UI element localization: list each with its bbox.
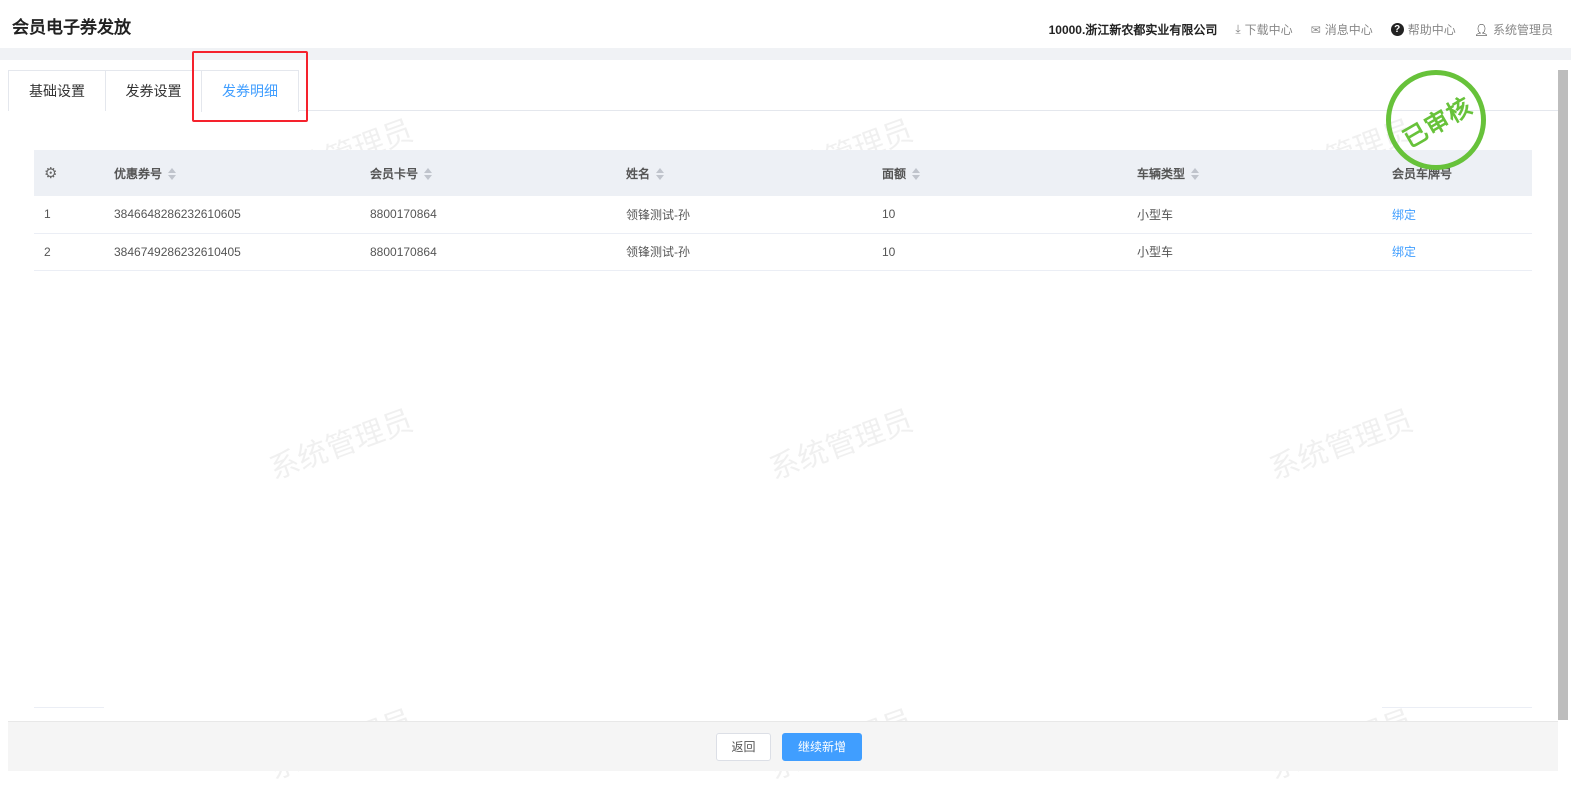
header-card-no[interactable]: 会员卡号 — [360, 150, 616, 196]
tab-coupon-settings[interactable]: 发券设置 — [105, 70, 202, 111]
card-no: 8800170864 — [360, 233, 616, 271]
help-icon: ? — [1390, 23, 1404, 36]
table-row: 1 3846648286232610605 8800170864 领锋测试-孙 … — [34, 196, 1532, 234]
coupon-no: 3846648286232610605 — [104, 196, 360, 234]
help-label: 帮助中心 — [1407, 23, 1456, 37]
table-header-row: ⚙ 优惠券号 会员卡号 姓名 面额 车辆类型 会员车牌号 — [34, 150, 1532, 196]
message-label: 消息中心 — [1324, 23, 1373, 37]
header-label: 姓名 — [626, 166, 651, 181]
back-button[interactable]: 返回 — [716, 733, 771, 761]
gear-icon: ⚙ — [44, 165, 58, 182]
download-icon: ⤓ — [1235, 22, 1241, 36]
top-bar: 会员电子券发放 10000.浙江新农都实业有限公司 ⤓ 下载中心 ✉ 消息中心 ? 帮… — [0, 0, 1571, 48]
company-name: 10000.浙江新农都实业有限公司 — [1048, 23, 1218, 37]
sort-icon[interactable] — [912, 168, 921, 181]
member-name: 领锋测试-孙 — [616, 196, 872, 234]
message-center-link[interactable]: ✉ 消息中心 — [1311, 21, 1373, 38]
header-name[interactable]: 姓名 — [616, 150, 872, 196]
vehicle-type: 小型车 — [1127, 233, 1382, 271]
divider — [34, 707, 104, 708]
continue-add-button[interactable]: 继续新增 — [782, 733, 862, 761]
row-index: 2 — [34, 233, 104, 271]
user-label: 系统管理员 — [1492, 23, 1553, 37]
help-center-link[interactable]: ? 帮助中心 — [1390, 21, 1456, 38]
page-title: 会员电子券发放 — [12, 18, 131, 37]
download-center-link[interactable]: ⤓ 下载中心 — [1235, 21, 1292, 38]
header-actions: 10000.浙江新农都实业有限公司 ⤓ 下载中心 ✉ 消息中心 ? 帮助中心 👤︎ 系统… — [1049, 21, 1553, 38]
coupon-detail-table: ⚙ 优惠券号 会员卡号 姓名 面额 车辆类型 会员车牌号 1 384664828… — [34, 150, 1532, 271]
footer-bar: 返回 继续新增 — [8, 721, 1558, 771]
scrollbar[interactable] — [1558, 70, 1568, 720]
card-no: 8800170864 — [360, 196, 616, 234]
user-menu[interactable]: 👤︎ 系统管理员 — [1474, 21, 1553, 38]
watermark: 系统管理员 — [265, 404, 418, 487]
watermark: 系统管理员 — [1265, 404, 1418, 487]
header-vehicle-type[interactable]: 车辆类型 — [1127, 150, 1382, 196]
column-settings-button[interactable]: ⚙ — [34, 150, 104, 196]
highlight-box — [192, 51, 308, 122]
approved-stamp: 已审核 — [1386, 70, 1486, 170]
vehicle-type: 小型车 — [1127, 196, 1382, 234]
header-label: 车辆类型 — [1137, 166, 1186, 181]
header-label: 会员卡号 — [370, 166, 419, 181]
watermark: 系统管理员 — [765, 404, 918, 487]
bind-plate-link[interactable]: 绑定 — [1392, 208, 1416, 222]
amount: 10 — [872, 196, 1127, 234]
header-amount[interactable]: 面额 — [872, 150, 1127, 196]
bind-plate-link[interactable]: 绑定 — [1392, 245, 1416, 259]
divider — [1382, 707, 1532, 708]
sort-icon[interactable] — [656, 168, 665, 181]
sort-icon[interactable] — [424, 168, 433, 181]
sort-icon[interactable] — [1191, 168, 1200, 181]
header-label: 优惠券号 — [114, 166, 163, 181]
row-index: 1 — [34, 196, 104, 234]
user-icon: 👤︎ — [1473, 22, 1489, 37]
header-label: 面额 — [882, 166, 907, 181]
table-row: 2 3846749286232610405 8800170864 领锋测试-孙 … — [34, 233, 1532, 271]
mail-icon: ✉ — [1310, 22, 1321, 37]
coupon-no: 3846749286232610405 — [104, 233, 360, 271]
amount: 10 — [872, 233, 1127, 271]
sort-icon[interactable] — [168, 168, 177, 181]
tab-basic-settings[interactable]: 基础设置 — [8, 70, 106, 111]
member-name: 领锋测试-孙 — [616, 233, 872, 271]
stamp-text: 已审核 — [1398, 92, 1477, 154]
header-coupon-no[interactable]: 优惠券号 — [104, 150, 360, 196]
download-label: 下载中心 — [1244, 23, 1293, 37]
